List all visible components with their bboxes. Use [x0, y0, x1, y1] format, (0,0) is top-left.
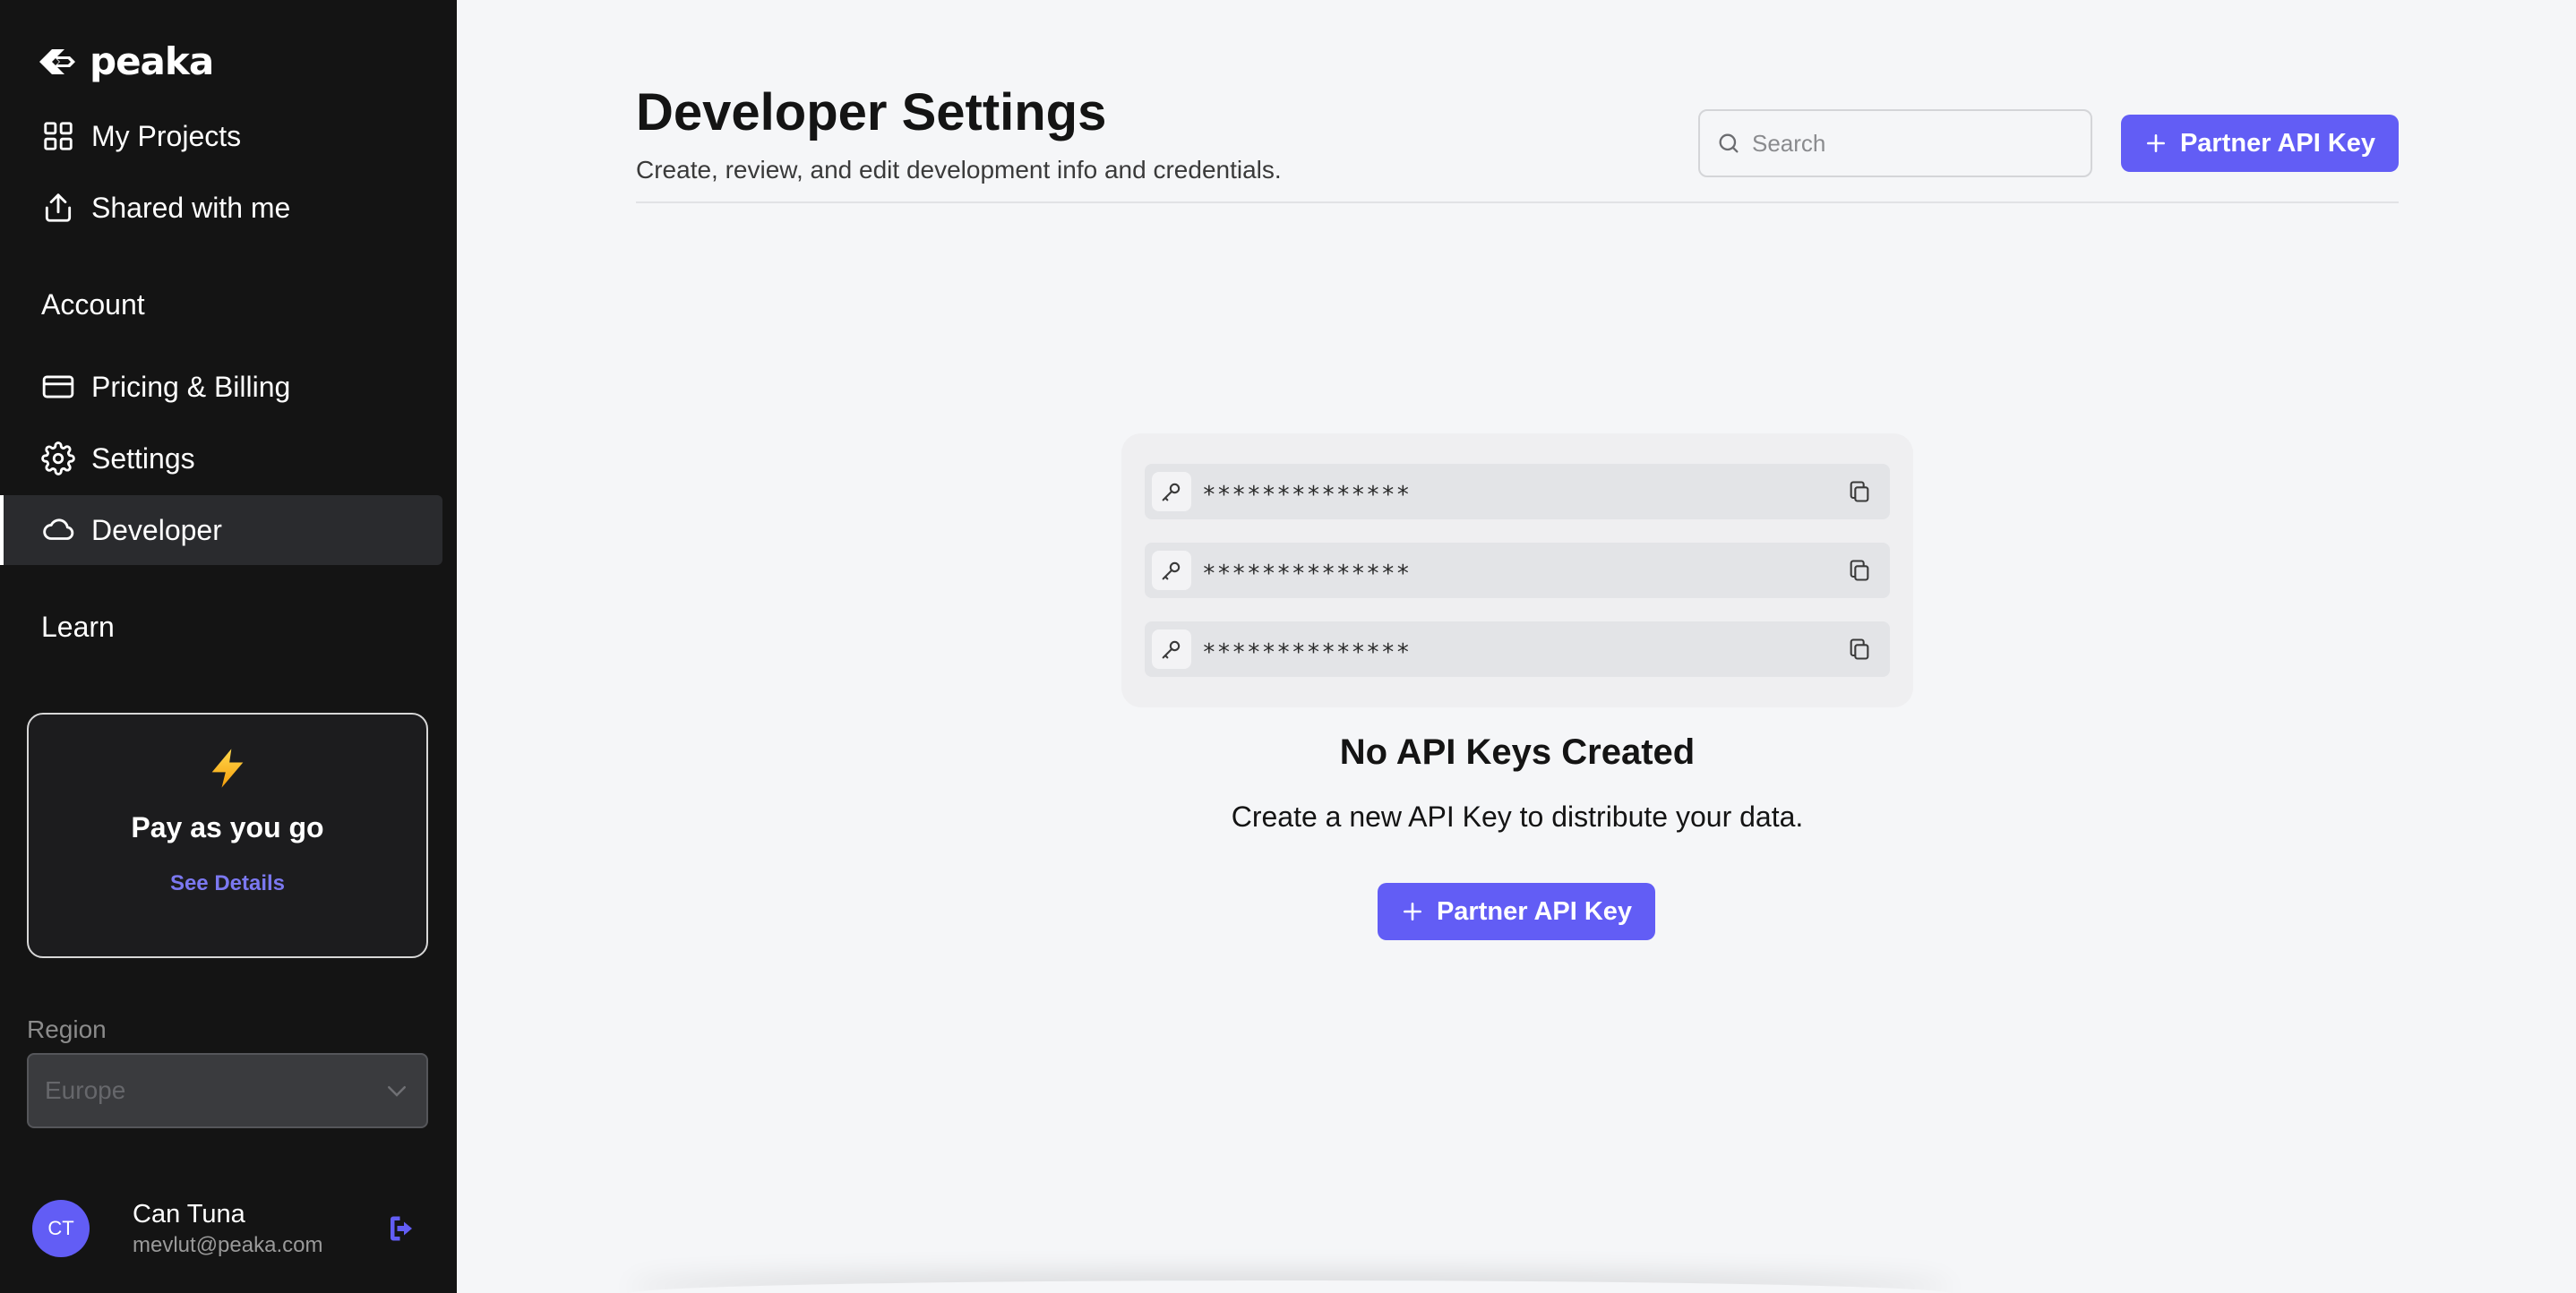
user-email: mevlut@peaka.com — [133, 1232, 323, 1257]
key-icon — [1152, 551, 1191, 590]
plus-icon — [2146, 134, 2165, 152]
page-title: Developer Settings — [636, 83, 1107, 141]
key-value: ************** — [1202, 482, 1412, 509]
region-value: Europe — [45, 1076, 126, 1104]
create-partner-api-key-button[interactable]: Partner API Key — [1378, 883, 1655, 940]
page-subtitle: Create, review, and edit development inf… — [636, 156, 1282, 184]
peaka-logo[interactable]: peaka — [30, 39, 214, 83]
key-row: ************** — [1145, 464, 1890, 519]
button-label: Partner API Key — [1436, 896, 1633, 926]
region-label: Region — [27, 1015, 107, 1043]
plan-card: Pay as you go See Details — [27, 713, 428, 958]
sidebar-item-label: My Projects — [91, 119, 242, 152]
user-info: Can Tuna mevlut@peaka.com — [133, 1200, 322, 1258]
copy-icon[interactable] — [1847, 558, 1872, 583]
key-row: ************** — [1145, 543, 1890, 598]
search-box[interactable] — [1698, 109, 2092, 177]
sidebar: peaka My Projects Shared with me Account… — [0, 0, 457, 1293]
key-icon — [1152, 629, 1191, 669]
button-label: Partner API Key — [2179, 128, 2376, 158]
sidebar-item-label: Pricing & Billing — [91, 370, 291, 403]
sidebar-item-label: Developer — [91, 513, 222, 546]
user-name: Can Tuna — [133, 1199, 245, 1229]
account-heading: Account — [41, 288, 145, 321]
sidebar-item-shared-with-me[interactable]: Shared with me — [0, 173, 442, 243]
copy-icon[interactable] — [1847, 637, 1872, 662]
key-value: ************** — [1202, 561, 1412, 587]
logout-icon[interactable] — [385, 1212, 417, 1245]
see-details-link[interactable]: See Details — [170, 871, 285, 896]
key-value: ************** — [1202, 639, 1412, 666]
avatar[interactable]: CT — [32, 1200, 90, 1257]
sidebar-item-my-projects[interactable]: My Projects — [0, 101, 442, 171]
credit-card-icon — [42, 375, 74, 398]
copy-icon[interactable] — [1847, 479, 1872, 504]
bottom-shadow — [627, 1280, 1953, 1293]
search-icon — [1719, 133, 1739, 153]
plan-title: Pay as you go — [131, 811, 324, 843]
peaka-logo-icon — [39, 48, 75, 74]
cloud-icon — [43, 518, 74, 540]
empty-state-title: No API Keys Created — [1339, 732, 1696, 772]
api-keys-illustration: ************** ************** **********… — [1121, 433, 1913, 707]
sidebar-item-pricing-billing[interactable]: Pricing & Billing — [0, 352, 442, 422]
key-icon — [1152, 472, 1191, 511]
brand-name: peaka — [90, 39, 214, 83]
sidebar-item-developer[interactable]: Developer — [0, 495, 442, 565]
sidebar-item-label: Shared with me — [91, 191, 291, 224]
key-row: ************** — [1145, 621, 1890, 677]
partner-api-key-button[interactable]: Partner API Key — [2121, 115, 2399, 172]
empty-state-description: Create a new API Key to distribute your … — [1231, 801, 1804, 833]
gear-icon — [41, 441, 75, 475]
chevron-down-icon — [388, 1086, 406, 1097]
search-input[interactable] — [1752, 129, 2074, 158]
share-icon — [45, 193, 72, 222]
region-select[interactable]: Europe — [27, 1053, 428, 1128]
header-divider — [636, 201, 2399, 203]
lightning-icon — [211, 749, 244, 788]
grid-icon — [44, 122, 73, 150]
plus-icon — [1403, 903, 1421, 921]
sidebar-item-settings[interactable]: Settings — [0, 424, 442, 493]
sidebar-item-label: Settings — [91, 441, 195, 475]
learn-heading[interactable]: Learn — [41, 611, 115, 644]
user-profile: CT Can Tuna mevlut@peaka.com — [32, 1196, 417, 1261]
